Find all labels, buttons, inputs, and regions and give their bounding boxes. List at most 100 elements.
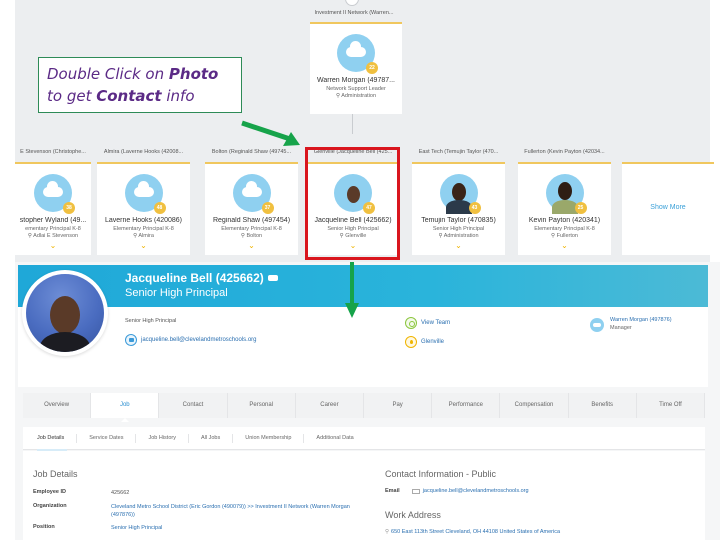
subtab-union-membership[interactable]: Union Membership [233,433,305,443]
team-count-badge: 43 [468,202,481,214]
report-org-label: Bolton (Reginald Shaw (49745... [211,149,292,155]
report-photo[interactable]: 37 [232,174,274,214]
profile-subtitle: Senior High Principal [125,318,177,324]
view-team-link[interactable]: View Team [405,317,450,329]
work-address-heading: Work Address [385,510,441,520]
report-card[interactable]: 48 Laverne Hooks (420086) Elementary Princ… [97,162,190,255]
profile-photo[interactable] [22,270,108,356]
related-actions-icon[interactable] [267,274,278,281]
cloud-placeholder-icon [133,181,154,197]
selected-card-highlight [305,147,400,260]
report-org-label: Almira (Laverne Hooks (42008... [103,149,184,155]
location-link[interactable]: Glenville [405,336,444,348]
expand-chevron-icon[interactable]: ⌄ [412,241,505,250]
face-shape [50,296,80,334]
instruction-callout: Double Click on Photo to get Contact inf… [38,57,242,113]
employee-id-label: Employee ID [33,489,67,495]
report-title: ementary Principal K-8 [25,226,81,232]
location-pin-icon: ⚲ [385,529,390,535]
manager-location: ⚲ Administration [335,93,377,99]
profile-name: Jacqueline Bell (425662) [125,271,278,285]
cloud-placeholder-icon [346,41,366,57]
tab-time-off[interactable]: Time Off [637,393,706,418]
report-org-label: E Stevenson (Christophe... [20,149,86,155]
tab-compensation[interactable]: Compensation [500,393,569,418]
profile-email-link[interactable]: jacqueline.bell@clevelandmetroschools.or… [125,334,257,346]
cloud-placeholder-icon [43,181,63,197]
profile-title: Senior High Principal [125,287,228,299]
team-count-badge: 38 [63,202,75,214]
manager-org-label: Investment II Network (Warren... [314,10,394,16]
team-count-badge: 22 [366,62,378,74]
contact-email-link[interactable]: jacqueline.bell@clevelandmetroschools.or… [423,488,529,494]
report-location: ⚲ Adlai E Stevenson [27,233,79,239]
job-subtabs: Job Details Service Dates Job History All J… [23,427,705,451]
show-more-link[interactable]: Show More [622,204,714,211]
report-card[interactable]: 38 stopher Wyland (49... ementary Principa… [15,162,91,255]
report-name: Temujin Taylor (470835) [421,217,496,224]
report-photo[interactable]: 43 [439,174,481,214]
manager-title: Network Support Leader [326,86,386,92]
report-name: Laverne Hooks (420086) [104,217,183,224]
organization-value[interactable]: Cleveland Metro School District (Eric Go… [111,503,361,519]
report-org-label: East Tech (Temujin Taylor (470... [418,149,499,155]
report-photo[interactable]: 25 [545,174,587,214]
tab-career[interactable]: Career [296,393,365,418]
report-name: Reginald Shaw (497454) [212,217,291,224]
subtab-job-details[interactable]: Job Details [35,433,78,451]
tab-contact[interactable]: Contact [159,393,228,418]
manager-avatar[interactable]: 22 [337,34,378,74]
subtab-all-jobs[interactable]: All Jobs [189,433,234,443]
expand-chevron-icon[interactable]: ⌄ [15,241,91,250]
tab-job[interactable]: Job [91,393,160,422]
profile-banner [18,265,708,307]
team-count-badge: 48 [153,202,166,214]
job-details-panel: Job Details Employee ID 425662 Organizat… [23,451,705,540]
report-card[interactable]: 25 Kevin Payton (420341) Elementary Princi… [518,162,611,255]
position-label: Position [33,524,55,530]
employee-id-value: 425662 [111,490,130,496]
cloud-placeholder-icon [241,181,262,197]
report-title: Elementary Principal K-8 [221,226,282,232]
subtab-service-dates[interactable]: Service Dates [77,433,137,443]
tab-benefits[interactable]: Benefits [569,393,637,418]
subtab-job-history[interactable]: Job History [136,433,189,443]
expand-chevron-icon[interactable]: ⌄ [97,241,190,250]
work-address[interactable]: ⚲ 650 East 113th Street Cleveland, OH 441… [385,529,560,535]
tab-pay[interactable]: Pay [364,393,433,418]
subtab-additional-data[interactable]: Additional Data [304,434,365,443]
team-icon [405,317,417,329]
position-value[interactable]: Senior High Principal [111,524,361,532]
tab-performance[interactable]: Performance [432,393,501,418]
report-card[interactable]: 37 Reginald Shaw (497454) Elementary Princ… [205,162,298,255]
profile-tabs: Overview Job Contact Personal Career Pay Perfo… [23,393,706,422]
report-photo[interactable]: 38 [34,174,75,214]
expand-chevron-icon[interactable]: ⌄ [205,241,298,250]
team-count-badge: 25 [574,202,587,214]
tab-overview[interactable]: Overview [23,393,92,418]
envelope-icon [411,488,420,494]
report-card[interactable]: 43 Temujin Taylor (470835) Senior High Pri… [412,162,505,255]
contact-info-heading: Contact Information - Public [385,469,497,479]
job-details-heading: Job Details [33,469,78,479]
show-more-card[interactable]: Show More [622,162,714,255]
mail-icon [125,334,137,346]
organization-label: Organization [33,503,67,509]
report-name: Kevin Payton (420341) [528,217,601,224]
report-location: ⚲ Administration [438,233,479,239]
report-org-label: Fullerton (Kevin Payton (42034... [524,149,605,155]
report-photo[interactable]: 48 [124,174,166,214]
expand-chevron-icon[interactable]: ⌄ [518,241,611,250]
report-location: ⚲ Almira [133,233,154,239]
location-pin-icon [405,336,417,348]
tab-personal[interactable]: Personal [228,393,296,418]
report-location: ⚲ Fullerton [551,233,578,239]
report-title: Elementary Principal K-8 [113,226,174,232]
report-title: Senior High Principal [432,226,485,232]
face-shape [557,182,572,200]
manager-link[interactable]: Warren Morgan (497876) Manager [590,317,672,332]
manager-name: Warren Morgan (49787... [317,77,395,84]
report-title: Elementary Principal K-8 [534,226,595,232]
manager-card[interactable]: 22 Warren Morgan (49787... Network Suppo… [310,22,402,114]
screenshot-stage: ^ Investment II Network (Warren... 22 Wa… [0,0,720,540]
